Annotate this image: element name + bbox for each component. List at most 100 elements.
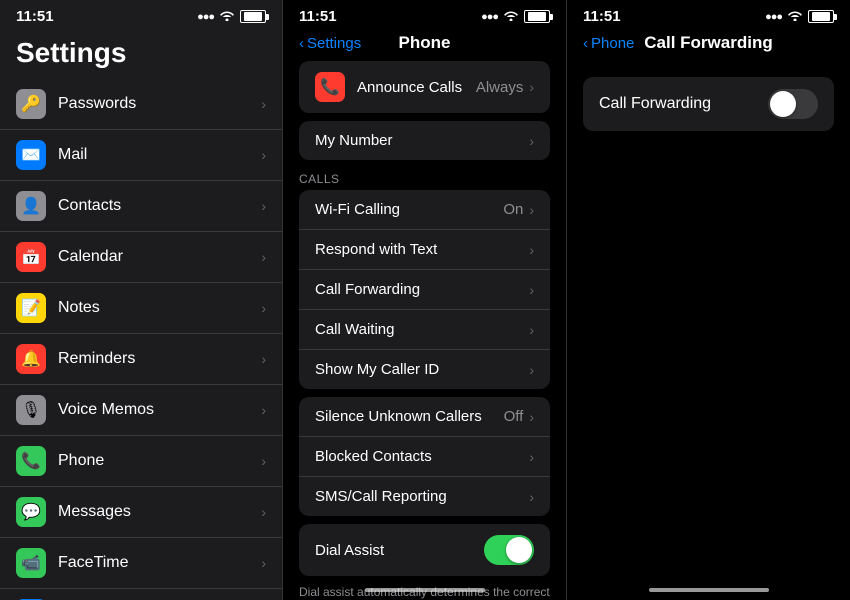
- phone-content: 📞 Announce Calls Always › My Number › CA…: [283, 61, 566, 600]
- messages-label: Messages: [58, 503, 261, 521]
- settings-item-notes[interactable]: 📝 Notes ›: [0, 283, 282, 334]
- silence-unknown-item[interactable]: Silence Unknown Callers Off ›: [299, 397, 550, 437]
- chevron-icon: ›: [261, 402, 266, 418]
- back-chevron-icon: ‹: [583, 35, 588, 52]
- forwarding-nav-title: Call Forwarding: [644, 33, 772, 53]
- settings-item-mail[interactable]: ✉️ Mail ›: [0, 130, 282, 181]
- my-number-item[interactable]: My Number ›: [299, 121, 550, 160]
- wifi-calling-item[interactable]: Wi-Fi Calling On ›: [299, 190, 550, 230]
- reminders-label: Reminders: [58, 350, 261, 368]
- back-chevron-icon: ‹: [299, 35, 304, 52]
- home-indicator-3: [649, 588, 769, 592]
- calls-section-header: CALLS: [283, 168, 566, 186]
- chevron-icon: ›: [261, 351, 266, 367]
- chevron-icon: ›: [529, 133, 534, 149]
- chevron-icon: ›: [261, 249, 266, 265]
- call-forwarding-row: Call Forwarding: [583, 77, 834, 131]
- calendar-label: Calendar: [58, 248, 261, 266]
- chevron-icon: ›: [261, 96, 266, 112]
- chevron-icon: ›: [261, 504, 266, 520]
- dial-assist-toggle[interactable]: [484, 535, 534, 565]
- phone-label: Phone: [58, 452, 261, 470]
- voice-memos-icon: 🎙: [16, 395, 46, 425]
- call-waiting-label: Call Waiting: [315, 321, 529, 338]
- wifi-calling-value: On: [503, 201, 523, 218]
- facetime-icon: 📹: [16, 548, 46, 578]
- silence-unknown-label: Silence Unknown Callers: [315, 408, 504, 425]
- settings-item-contacts[interactable]: 👤 Contacts ›: [0, 181, 282, 232]
- mail-icon: ✉️: [16, 140, 46, 170]
- sms-call-reporting-item[interactable]: SMS/Call Reporting ›: [299, 477, 550, 516]
- settings-item-messages[interactable]: 💬 Messages ›: [0, 487, 282, 538]
- call-forwarding-label: Call Forwarding: [315, 281, 529, 298]
- settings-item-passwords[interactable]: 🔑 Passwords ›: [0, 79, 282, 130]
- signal-icon: ●●●: [765, 11, 782, 23]
- status-icons-3: ●●●: [765, 9, 834, 24]
- status-icons-2: ●●●: [481, 9, 550, 24]
- battery-icon: [524, 10, 550, 23]
- call-waiting-item[interactable]: Call Waiting ›: [299, 310, 550, 350]
- battery-icon: [240, 10, 266, 23]
- chevron-icon: ›: [529, 202, 534, 218]
- blocked-contacts-item[interactable]: Blocked Contacts ›: [299, 437, 550, 477]
- mail-label: Mail: [58, 146, 261, 164]
- contacts-label: Contacts: [58, 197, 261, 215]
- show-caller-id-item[interactable]: Show My Caller ID ›: [299, 350, 550, 389]
- chevron-icon: ›: [529, 409, 534, 425]
- phone-nav-title: Phone: [399, 33, 451, 53]
- wifi-icon: [219, 9, 235, 24]
- settings-item-safari[interactable]: 🧭 Safari ›: [0, 589, 282, 600]
- forwarding-back-label: Phone: [591, 35, 634, 52]
- settings-item-voice-memos[interactable]: 🎙 Voice Memos ›: [0, 385, 282, 436]
- call-forwarding-item[interactable]: Call Forwarding ›: [299, 270, 550, 310]
- voice-memos-label: Voice Memos: [58, 401, 261, 419]
- passwords-label: Passwords: [58, 95, 261, 113]
- contacts-icon: 👤: [16, 191, 46, 221]
- wifi-icon: [503, 9, 519, 24]
- chevron-icon: ›: [261, 198, 266, 214]
- status-time-3: 11:51: [583, 8, 621, 25]
- announce-calls-value: Always: [476, 79, 524, 96]
- home-indicator: [365, 588, 485, 592]
- chevron-icon: ›: [261, 147, 266, 163]
- chevron-icon: ›: [529, 79, 534, 95]
- call-forwarding-row-label: Call Forwarding: [599, 95, 768, 113]
- wifi-calling-label: Wi-Fi Calling: [315, 201, 503, 218]
- phone-icon: 📞: [16, 446, 46, 476]
- announce-calls-label: Announce Calls: [357, 79, 476, 96]
- show-caller-id-label: Show My Caller ID: [315, 361, 529, 378]
- reminders-icon: 🔔: [16, 344, 46, 374]
- silence-unknown-value: Off: [504, 408, 524, 425]
- call-forwarding-toggle[interactable]: [768, 89, 818, 119]
- dial-assist-item: Dial Assist: [299, 524, 550, 576]
- status-bar-forwarding: 11:51 ●●●: [567, 0, 850, 29]
- chevron-icon: ›: [529, 242, 534, 258]
- respond-text-item[interactable]: Respond with Text ›: [299, 230, 550, 270]
- phone-nav-bar: ‹ Settings Phone: [283, 29, 566, 61]
- settings-item-facetime[interactable]: 📹 FaceTime ›: [0, 538, 282, 589]
- status-time-1: 11:51: [16, 8, 54, 25]
- forwarding-back-button[interactable]: ‹ Phone: [583, 35, 634, 52]
- settings-item-reminders[interactable]: 🔔 Reminders ›: [0, 334, 282, 385]
- forwarding-content: Call Forwarding: [567, 61, 850, 147]
- call-forwarding-panel: 11:51 ●●● ‹ Phone Call Forwarding Call F…: [567, 0, 850, 600]
- announce-calls-item[interactable]: 📞 Announce Calls Always ›: [299, 61, 550, 113]
- settings-panel: 11:51 ●●● Settings 🔑 Passwords › ✉️ Mail…: [0, 0, 283, 600]
- nav-back-button[interactable]: ‹ Settings: [299, 35, 361, 52]
- nav-back-label: Settings: [307, 35, 361, 52]
- battery-icon: [808, 10, 834, 23]
- calendar-icon: 📅: [16, 242, 46, 272]
- chevron-icon: ›: [261, 300, 266, 316]
- status-bar-settings: 11:51 ●●●: [0, 0, 282, 29]
- chevron-icon: ›: [261, 453, 266, 469]
- messages-icon: 💬: [16, 497, 46, 527]
- settings-item-phone[interactable]: 📞 Phone ›: [0, 436, 282, 487]
- phone-panel: 11:51 ●●● ‹ Settings Phone 📞 Announce Ca…: [283, 0, 567, 600]
- status-icons-1: ●●●: [197, 9, 266, 24]
- blocked-contacts-label: Blocked Contacts: [315, 448, 529, 465]
- notes-label: Notes: [58, 299, 261, 317]
- settings-item-calendar[interactable]: 📅 Calendar ›: [0, 232, 282, 283]
- chevron-icon: ›: [529, 362, 534, 378]
- facetime-label: FaceTime: [58, 554, 261, 572]
- status-bar-phone: 11:51 ●●●: [283, 0, 566, 29]
